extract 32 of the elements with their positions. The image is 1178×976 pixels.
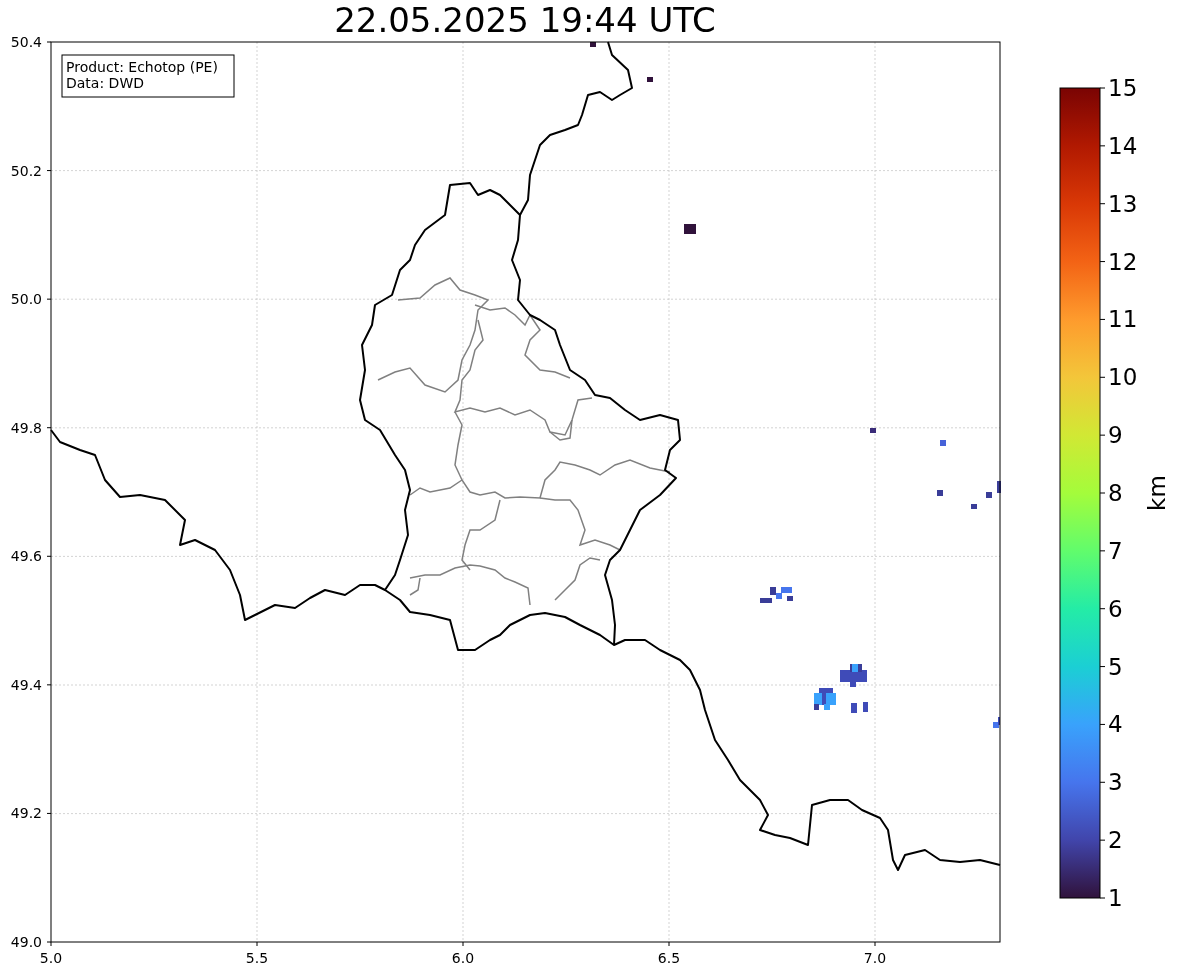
axis-tick-label: 50.2 bbox=[10, 162, 42, 179]
colorbar-tick-label: 11 bbox=[1108, 306, 1138, 333]
colorbar-tick-label: 10 bbox=[1108, 364, 1138, 391]
legend-text: Product: Echotop (PE) bbox=[66, 59, 218, 75]
colorbar-tick-label: 1 bbox=[1108, 885, 1123, 911]
colorbar-tick-label: 7 bbox=[1108, 537, 1123, 564]
colorbar-tick-label: 9 bbox=[1108, 422, 1123, 449]
axis-tick-label: 50.0 bbox=[10, 291, 42, 308]
axis-tick-label: 49.2 bbox=[10, 805, 42, 822]
axis-tick-label: 50.4 bbox=[10, 34, 42, 50]
colorbar-tick-label: 3 bbox=[1108, 769, 1123, 796]
colorbar-tick-label: 12 bbox=[1108, 248, 1138, 275]
colorbar-tick-label: 4 bbox=[1108, 711, 1123, 738]
chart-title: 22.05.2025 19:44 UTC bbox=[334, 3, 716, 37]
axis-tick-label: 5.0 bbox=[39, 950, 63, 966]
colorbar-tick-label: 15 bbox=[1108, 75, 1138, 101]
legend-text: Data: DWD bbox=[66, 75, 144, 91]
colorbar-label: km bbox=[1144, 475, 1170, 511]
colorbar-tick-label: 2 bbox=[1108, 827, 1123, 854]
colorbar-tick-label: 5 bbox=[1108, 653, 1123, 680]
axis-tick-label: 6.0 bbox=[451, 950, 475, 966]
colorbar-tick-label: 13 bbox=[1108, 190, 1138, 217]
axis-tick-label: 6.5 bbox=[657, 950, 681, 966]
colorbar-tick-label: 8 bbox=[1108, 480, 1123, 506]
axis-tick-label: 49.0 bbox=[10, 934, 42, 950]
axis-tick-label: 7.0 bbox=[863, 950, 887, 966]
axis-tick-label: 5.5 bbox=[245, 950, 269, 966]
axis-tick-label: 49.6 bbox=[10, 548, 42, 565]
colorbar-tick-label: 14 bbox=[1108, 132, 1138, 159]
colorbar-tick-label: 6 bbox=[1108, 595, 1123, 622]
axis-tick-label: 49.8 bbox=[10, 419, 42, 436]
axis-tick-label: 49.4 bbox=[10, 676, 42, 693]
